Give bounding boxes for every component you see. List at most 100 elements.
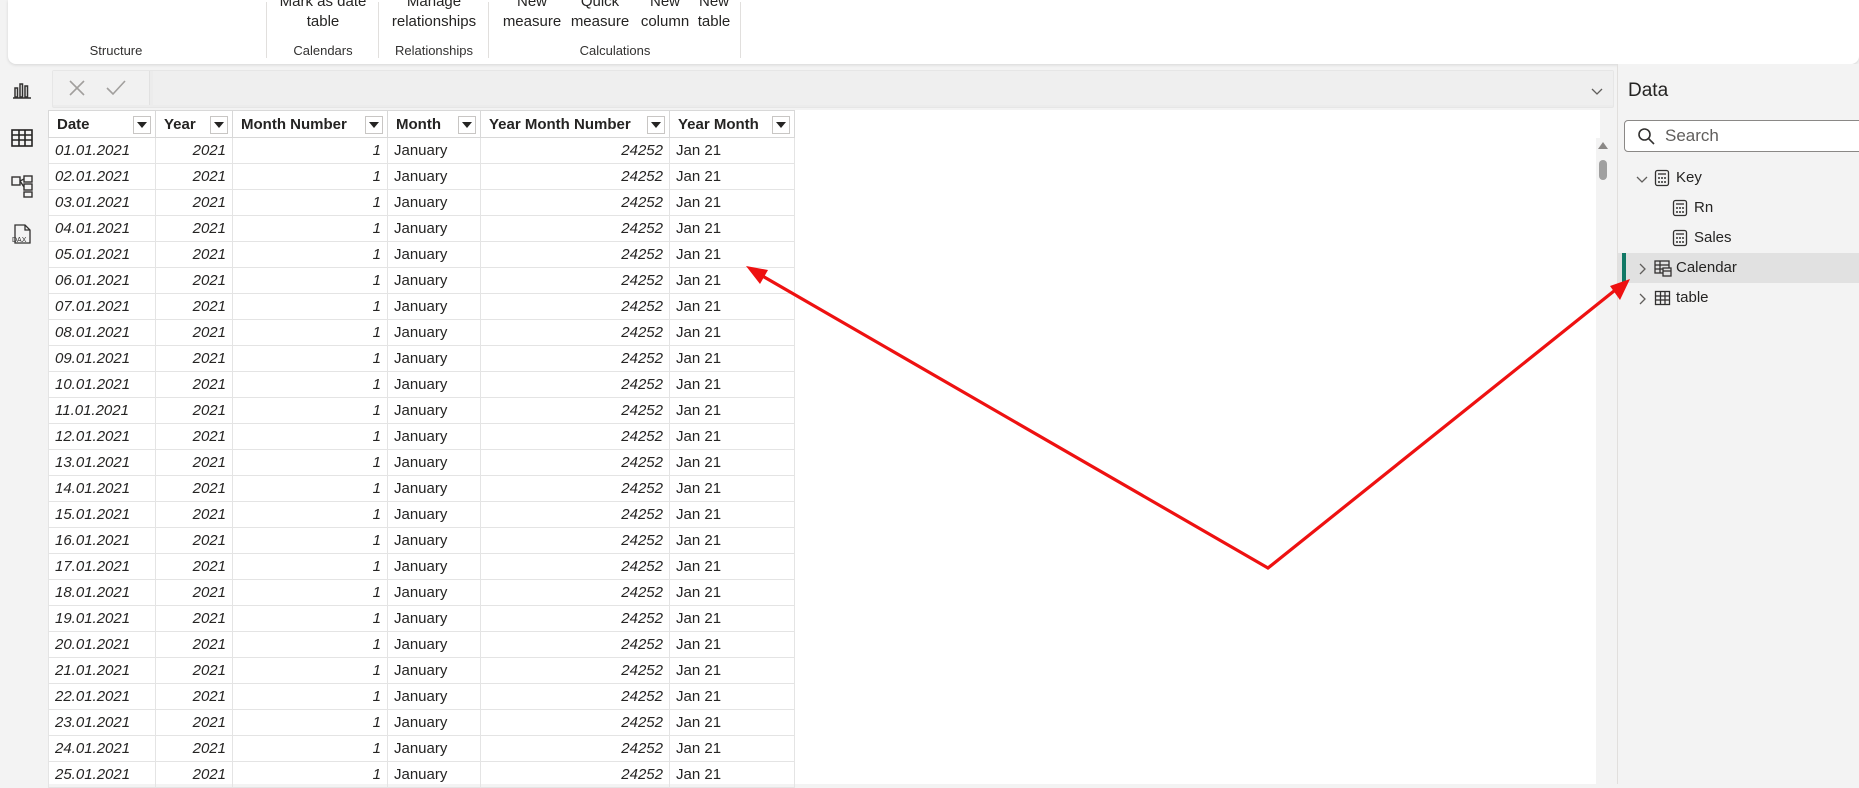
formula-input[interactable]	[153, 71, 1613, 105]
cell-date[interactable]: 11.01.2021	[48, 397, 156, 424]
report-view-icon[interactable]	[10, 78, 34, 102]
column-header-month[interactable]: Month	[387, 110, 481, 138]
cell-year-month[interactable]: Jan 21	[669, 501, 795, 528]
cell-date[interactable]: 16.01.2021	[48, 527, 156, 554]
cell-year[interactable]: 2021	[155, 579, 233, 606]
cell-year-month[interactable]: Jan 21	[669, 605, 795, 632]
cell-month[interactable]: January	[387, 605, 481, 632]
vertical-scrollbar[interactable]	[1596, 138, 1610, 784]
cell-month-number[interactable]: 1	[232, 163, 388, 190]
cell-month-number[interactable]: 1	[232, 579, 388, 606]
cell-year-month-number[interactable]: 24252	[480, 163, 670, 190]
cell-year-month[interactable]: Jan 21	[669, 709, 795, 736]
cell-date[interactable]: 09.01.2021	[48, 345, 156, 372]
cell-month[interactable]: January	[387, 215, 481, 242]
cell-month-number[interactable]: 1	[232, 631, 388, 658]
cell-date[interactable]: 12.01.2021	[48, 423, 156, 450]
cell-year-month-number[interactable]: 24252	[480, 241, 670, 268]
quick-measure-button[interactable]: Quick measure	[562, 0, 638, 32]
cell-date[interactable]: 24.01.2021	[48, 735, 156, 762]
cell-year[interactable]: 2021	[155, 683, 233, 710]
cell-year[interactable]: 2021	[155, 397, 233, 424]
cell-date[interactable]: 07.01.2021	[48, 293, 156, 320]
cell-year-month[interactable]: Jan 21	[669, 657, 795, 684]
new-measure-button[interactable]: New measure	[502, 0, 562, 32]
cell-date[interactable]: 06.01.2021	[48, 267, 156, 294]
cell-year-month-number[interactable]: 24252	[480, 579, 670, 606]
cell-year-month[interactable]: Jan 21	[669, 215, 795, 242]
cell-year-month[interactable]: Jan 21	[669, 163, 795, 190]
cell-year-month[interactable]: Jan 21	[669, 631, 795, 658]
cell-month[interactable]: January	[387, 319, 481, 346]
cell-year-month[interactable]: Jan 21	[669, 267, 795, 294]
cell-year-month-number[interactable]: 24252	[480, 423, 670, 450]
cancel-formula-icon[interactable]	[67, 78, 87, 98]
cell-year-month[interactable]: Jan 21	[669, 345, 795, 372]
cell-year[interactable]: 2021	[155, 657, 233, 684]
cell-date[interactable]: 13.01.2021	[48, 449, 156, 476]
cell-year-month[interactable]: Jan 21	[669, 293, 795, 320]
cell-year[interactable]: 2021	[155, 735, 233, 762]
cell-date[interactable]: 04.01.2021	[48, 215, 156, 242]
cell-year-month[interactable]: Jan 21	[669, 449, 795, 476]
cell-month[interactable]: January	[387, 345, 481, 372]
dax-query-view-icon[interactable]: DAX	[10, 222, 34, 246]
cell-year-month[interactable]: Jan 21	[669, 527, 795, 554]
cell-month[interactable]: January	[387, 735, 481, 762]
cell-month[interactable]: January	[387, 501, 481, 528]
cell-month-number[interactable]: 1	[232, 189, 388, 216]
cell-month[interactable]: January	[387, 579, 481, 606]
cell-year-month-number[interactable]: 24252	[480, 657, 670, 684]
cell-year[interactable]: 2021	[155, 163, 233, 190]
cell-month[interactable]: January	[387, 241, 481, 268]
cell-month-number[interactable]: 1	[232, 397, 388, 424]
cell-year-month-number[interactable]: 24252	[480, 631, 670, 658]
cell-month[interactable]: January	[387, 423, 481, 450]
cell-month[interactable]: January	[387, 553, 481, 580]
column-header-year-month-number[interactable]: Year Month Number	[480, 110, 670, 138]
cell-year-month-number[interactable]: 24252	[480, 267, 670, 294]
cell-month[interactable]: January	[387, 449, 481, 476]
cell-year-month[interactable]: Jan 21	[669, 423, 795, 450]
tree-item-rn[interactable]: Rn	[1618, 193, 1859, 223]
cell-date[interactable]: 02.01.2021	[48, 163, 156, 190]
cell-year-month[interactable]: Jan 21	[669, 397, 795, 424]
column-header-month-number[interactable]: Month Number	[232, 110, 388, 138]
cell-month[interactable]: January	[387, 397, 481, 424]
cell-year-month[interactable]: Jan 21	[669, 371, 795, 398]
cell-year[interactable]: 2021	[155, 293, 233, 320]
cell-date[interactable]: 21.01.2021	[48, 657, 156, 684]
cell-year-month[interactable]: Jan 21	[669, 735, 795, 762]
cell-month-number[interactable]: 1	[232, 345, 388, 372]
scroll-up-arrow-icon[interactable]	[1598, 142, 1608, 149]
cell-year-month-number[interactable]: 24252	[480, 683, 670, 710]
cell-year[interactable]: 2021	[155, 319, 233, 346]
cell-year[interactable]: 2021	[155, 709, 233, 736]
cell-month[interactable]: January	[387, 657, 481, 684]
cell-month-number[interactable]: 1	[232, 215, 388, 242]
cell-date[interactable]: 17.01.2021	[48, 553, 156, 580]
cell-month-number[interactable]: 1	[232, 553, 388, 580]
commit-formula-icon[interactable]	[105, 78, 127, 98]
cell-year-month[interactable]: Jan 21	[669, 579, 795, 606]
cell-year-month-number[interactable]: 24252	[480, 137, 670, 164]
cell-year-month-number[interactable]: 24252	[480, 475, 670, 502]
cell-year-month-number[interactable]: 24252	[480, 293, 670, 320]
cell-date[interactable]: 22.01.2021	[48, 683, 156, 710]
cell-month[interactable]: January	[387, 709, 481, 736]
search-input[interactable]	[1663, 125, 1857, 147]
cell-year[interactable]: 2021	[155, 189, 233, 216]
tree-item-sales[interactable]: Sales	[1618, 223, 1859, 253]
cell-month[interactable]: January	[387, 683, 481, 710]
cell-month[interactable]: January	[387, 631, 481, 658]
expand-formula-icon[interactable]	[1591, 83, 1603, 95]
chevron-right-icon[interactable]	[1638, 292, 1648, 305]
model-view-icon[interactable]	[10, 174, 34, 198]
cell-date[interactable]: 01.01.2021	[48, 137, 156, 164]
cell-year-month-number[interactable]: 24252	[480, 605, 670, 632]
column-header-year[interactable]: Year	[155, 110, 233, 138]
cell-month-number[interactable]: 1	[232, 527, 388, 554]
cell-month-number[interactable]: 1	[232, 293, 388, 320]
cell-month-number[interactable]: 1	[232, 267, 388, 294]
tree-item-key[interactable]: Key	[1618, 163, 1859, 193]
